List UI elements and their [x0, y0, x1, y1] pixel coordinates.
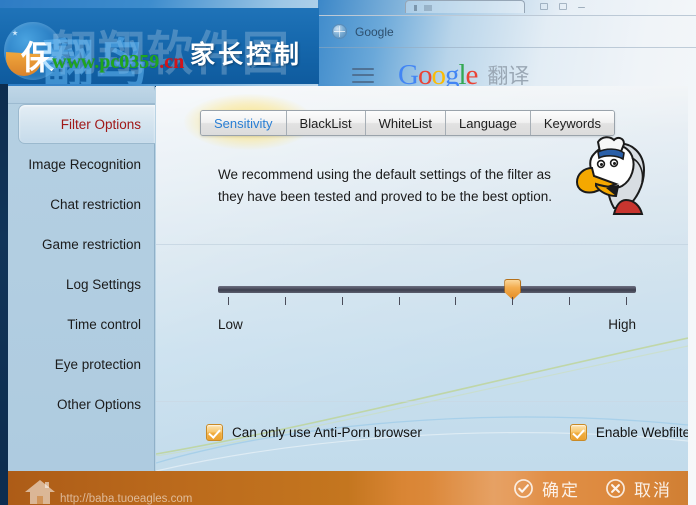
cancel-button[interactable]: 取消	[606, 476, 672, 501]
parental-control-app-window: 保 翱翔软件园 翻鸟 www.pc0359.cn 家长控制 Filter Opt…	[0, 0, 688, 505]
tab-language[interactable]: Language	[446, 111, 531, 135]
slider-labels: Low High	[218, 317, 636, 332]
content-panel: Sensitivity BlackList WhiteList Language…	[156, 86, 688, 471]
eagle-mascot-icon	[575, 136, 646, 215]
checkbox-label: Can only use Anti-Porn browser	[232, 425, 422, 440]
sidebar-item-label: Filter Options	[60, 116, 141, 132]
sidebar-item-filter-options[interactable]: Filter Options	[18, 104, 155, 144]
home-icon[interactable]	[24, 479, 56, 505]
tab-label: Keywords	[543, 115, 601, 131]
sidebar-item-label: Log Settings	[65, 276, 141, 292]
sidebar-item-log-settings[interactable]: Log Settings	[8, 264, 155, 304]
ok-button[interactable]: 确定	[514, 476, 580, 501]
checkbox-enable-webfilter[interactable]: Enable Webfilter	[569, 424, 688, 441]
slider-tick-marks	[218, 297, 636, 307]
section-divider-top	[156, 244, 688, 245]
tab-whitelist[interactable]: WhiteList	[365, 111, 447, 135]
sidebar-item-other-options[interactable]: Other Options	[8, 384, 155, 424]
recommendation-text: We recommend using the default settings …	[218, 167, 552, 204]
footer-actions: 确定 取消	[514, 471, 672, 505]
sidebar-item-eye-protection[interactable]: Eye protection	[8, 344, 155, 384]
tab-blacklist[interactable]: BlackList	[286, 111, 366, 135]
sidebar-item-image-recognition[interactable]: Image Recognition	[8, 144, 155, 184]
section-divider-bottom	[156, 401, 688, 402]
tab-label: Language	[459, 115, 517, 131]
checkbox-checked-icon[interactable]	[569, 424, 587, 441]
watermark-url-suffix: .cn	[159, 51, 185, 73]
window-left-edge	[0, 84, 8, 471]
tab-label: WhiteList	[378, 115, 433, 131]
footer-url-text[interactable]: http://baba.tuoeagles.com	[60, 493, 192, 505]
cancel-button-label: 取消	[634, 480, 672, 501]
sidebar-item-game-restriction[interactable]: Game restriction	[8, 224, 155, 264]
slider-track[interactable]	[218, 279, 636, 300]
x-circle-icon	[606, 478, 625, 498]
checkbox-anti-porn-browser[interactable]: Can only use Anti-Porn browser	[206, 424, 422, 441]
tab-sensitivity[interactable]: Sensitivity	[201, 111, 287, 135]
slider-label-low: Low	[218, 317, 243, 332]
check-circle-icon	[514, 478, 533, 498]
sidebar-item-chat-restriction[interactable]: Chat restriction	[8, 184, 155, 224]
options-checkbox-row: Can only use Anti-Porn browser Enable We…	[206, 424, 688, 441]
window-bottom-left-edge	[0, 471, 8, 505]
sidebar-item-time-control[interactable]: Time control	[8, 304, 155, 344]
sidebar-item-label: Image Recognition	[28, 156, 141, 172]
tab-keywords[interactable]: Keywords	[530, 111, 614, 135]
sidebar-item-label: Other Options	[56, 396, 141, 412]
checkbox-label: Enable Webfilter	[595, 425, 688, 440]
sidebar-item-label: Eye protection	[54, 356, 141, 372]
slider-label-high: High	[608, 317, 636, 332]
checkbox-checked-icon[interactable]	[206, 424, 223, 441]
sidebar: Filter Options Image Recognition Chat re…	[8, 86, 155, 471]
sidebar-top-cap	[8, 86, 155, 104]
app-header-banner: 保 翱翔软件园 翻鸟 www.pc0359.cn 家长控制	[0, 8, 319, 84]
sidebar-item-label: Game restriction	[41, 236, 141, 252]
tab-bar: Sensitivity BlackList WhiteList Language…	[200, 110, 615, 136]
sidebar-item-label: Chat restriction	[50, 196, 141, 212]
sidebar-nav-list: Filter Options Image Recognition Chat re…	[8, 104, 155, 424]
tab-label: Sensitivity	[214, 115, 273, 131]
page-title: 家长控制	[190, 40, 303, 69]
watermark-url: www.pc0359.cn	[52, 51, 184, 74]
tab-label: BlackList	[299, 115, 352, 131]
ok-button-label: 确定	[542, 480, 580, 501]
decorative-blue-curve	[156, 416, 688, 471]
footer-bar: http://baba.tuoeagles.com 确定 取消	[8, 471, 688, 505]
watermark-url-main: www.pc0359	[52, 51, 160, 73]
sensitivity-slider[interactable]: Low High	[218, 279, 636, 332]
sidebar-item-label: Time control	[67, 316, 141, 332]
